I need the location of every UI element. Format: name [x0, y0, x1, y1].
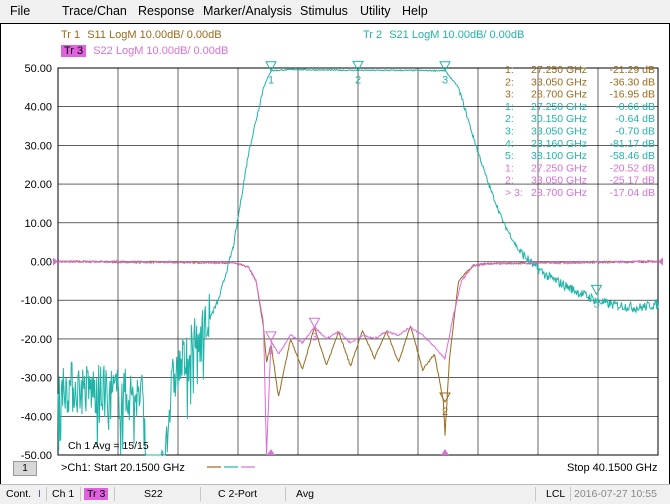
status-local: LCL: [546, 488, 566, 500]
marker-number: 1: [268, 345, 274, 357]
y-tick-label: -20.00: [21, 334, 52, 346]
marker-number: 2: [355, 74, 361, 86]
start-frequency[interactable]: >Ch1: Start 20.1500 GHz: [61, 462, 185, 474]
menu-utility[interactable]: Utility: [360, 4, 391, 18]
marker-row-frequency: 33.050 GHz: [531, 76, 587, 88]
marker-row-number: 2:: [505, 175, 514, 187]
marker-row-value: -21.29 dB: [609, 64, 655, 76]
average-counter: Ch 1 Avg = 15/15: [68, 440, 149, 452]
marker-row-number: 2:: [505, 76, 514, 88]
marker-number: 2: [442, 406, 448, 418]
menu-file[interactable]: File: [10, 4, 30, 18]
marker-number: 5: [593, 298, 599, 310]
status-datetime: 2016-07-27 10:55: [574, 488, 657, 500]
y-tick-label: 30.00: [24, 140, 52, 152]
marker-row-value: -0.66 dB: [615, 101, 655, 113]
reference-level-arrow-right: [658, 257, 663, 266]
stop-frequency[interactable]: Stop 40.1500 GHz: [567, 462, 658, 474]
marker-row-number: > 3:: [505, 187, 523, 199]
y-tick-label: -10.00: [21, 295, 52, 307]
marker-row-number: 1:: [505, 162, 514, 174]
marker-row-value: -25.17 dB: [609, 175, 655, 187]
y-tick-label: 0.00: [31, 257, 52, 269]
marker-number: 1: [268, 75, 274, 87]
marker-row-frequency: 38.100 GHz: [531, 150, 587, 162]
analyzer-window: Tr 1 S11 LogM 10.00dB/ 0.00dB Tr 2 S21 L…: [0, 23, 670, 503]
marker-number: 3: [442, 75, 448, 87]
status-trace[interactable]: Tr 3: [84, 488, 109, 500]
status-channel[interactable]: Ch 1: [52, 488, 74, 500]
status-calibration[interactable]: C 2-Port: [218, 488, 257, 500]
marker-row-frequency: 27.250 GHz: [531, 162, 587, 174]
menu-trace-chan[interactable]: Trace/Chan: [62, 4, 127, 18]
reference-level-arrow-left: [53, 257, 58, 266]
y-tick-label: 50.00: [24, 63, 52, 75]
marker-row-number: 1:: [505, 64, 514, 76]
marker-row-frequency: 27.250 GHz: [531, 64, 587, 76]
marker-row-value: -0.64 dB: [615, 113, 655, 125]
menu-marker-analysis[interactable]: Marker/Analysis: [203, 4, 292, 18]
marker-row-value: -20.52 dB: [609, 162, 655, 174]
s-parameter-plot[interactable]: 50.00 40.00 30.00 20.00 10.00 0.00 -10.00 -20.0…: [1, 24, 669, 502]
marker-row-value: -81.17 dB: [609, 138, 655, 150]
status-bar: Cont. I Ch 1 Tr 3 S22 C 2-Port Avg LCL 2…: [0, 484, 670, 504]
channel-number-box[interactable]: 1: [13, 461, 37, 476]
marker-row-number: 1:: [505, 101, 514, 113]
y-tick-label: -30.00: [21, 373, 52, 385]
menu-response[interactable]: Response: [138, 4, 194, 18]
marker-row-value: -0.70 dB: [615, 126, 655, 138]
marker-row-frequency: 33.050 GHz: [531, 175, 587, 187]
marker-row-value: -16.95 dB: [609, 89, 655, 101]
status-sweep-mode[interactable]: Cont.: [6, 488, 31, 500]
marker-row-number: 2:: [505, 113, 514, 125]
marker-row-frequency: 28.700 GHz: [531, 187, 587, 199]
marker-row-value: -36.30 dB: [609, 76, 655, 88]
marker-row-number: 5:: [505, 150, 514, 162]
status-parameter[interactable]: S22: [144, 488, 163, 500]
y-tick-label: -40.00: [21, 411, 52, 423]
marker-row-value: -17.04 dB: [609, 187, 655, 199]
marker-number: 3: [311, 331, 317, 343]
marker-row-frequency: 30.150 GHz: [531, 113, 587, 125]
marker-row-frequency: 23.160 GHz: [531, 138, 587, 150]
marker-row-number: 3:: [505, 89, 514, 101]
y-tick-label: 40.00: [24, 102, 52, 114]
marker-row-frequency: 33.050 GHz: [531, 126, 587, 138]
menu-help[interactable]: Help: [402, 4, 428, 18]
marker-row-number: 3:: [505, 126, 514, 138]
y-tick-label: 20.00: [24, 179, 52, 191]
marker-row-number: 4:: [505, 138, 514, 150]
status-active-marker-indicator: I: [38, 488, 41, 500]
status-averaging[interactable]: Avg: [296, 488, 314, 500]
menu-bar: File Trace/Chan Response Marker/Analysis Sti…: [0, 0, 670, 24]
menu-stimulus[interactable]: Stimulus: [300, 4, 348, 18]
marker-row-frequency: 28.700 GHz: [531, 89, 587, 101]
y-tick-label: 10.00: [24, 218, 52, 230]
marker-row-value: -58.46 dB: [609, 150, 655, 162]
marker-row-frequency: 27.250 GHz: [531, 101, 587, 113]
